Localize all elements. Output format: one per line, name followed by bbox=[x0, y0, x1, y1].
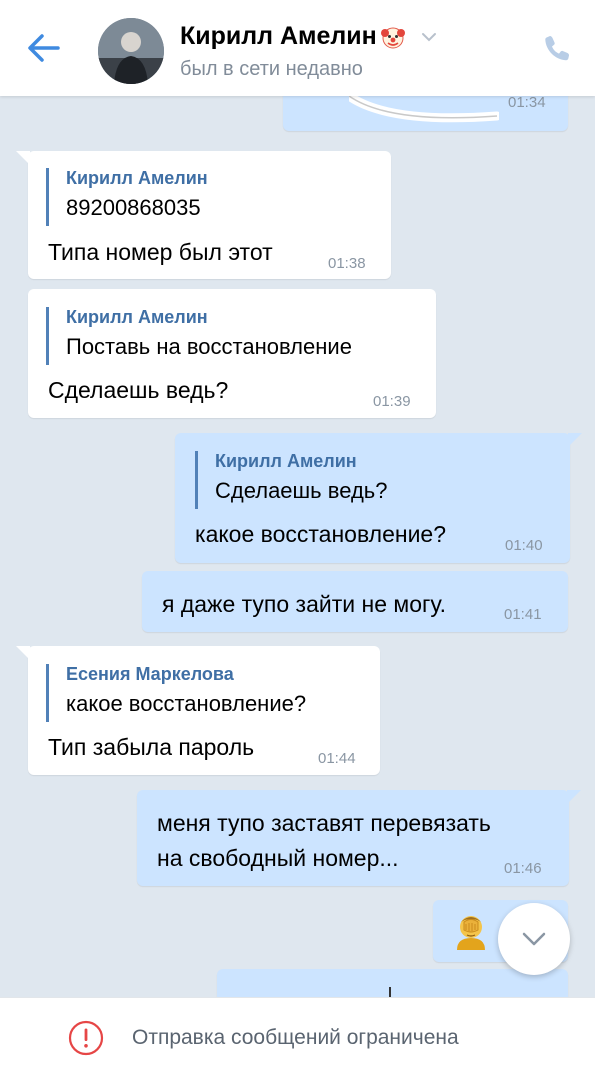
reply-text: Поставь на восстановление bbox=[66, 334, 352, 359]
reply-quote[interactable]: Кирилл Амелин 89200868035 bbox=[46, 168, 208, 226]
chevron-down-icon bbox=[421, 32, 436, 41]
message-time: 01:40 bbox=[505, 537, 543, 554]
message-text: я даже тупо зайти не могу. bbox=[162, 591, 446, 617]
warning-icon bbox=[68, 1020, 104, 1056]
partial-text-glyph bbox=[389, 987, 391, 997]
message-bubble-incoming[interactable]: Кирилл Амелин Поставь на восстановление … bbox=[28, 289, 436, 418]
reply-text: Сделаешь ведь? bbox=[215, 478, 388, 503]
message-time: 01:39 bbox=[373, 393, 411, 410]
reply-author: Кирилл Амелин bbox=[66, 168, 208, 188]
message-bubble-outgoing[interactable]: Кирилл Амелин Сделаешь ведь? какое восст… bbox=[175, 433, 582, 563]
message-text: Тип забыла пароль bbox=[48, 734, 255, 760]
avatar[interactable] bbox=[98, 18, 164, 84]
reply-quote[interactable]: Есения Маркелова какое восстановление? bbox=[46, 664, 306, 722]
scroll-to-bottom-button[interactable] bbox=[498, 903, 570, 975]
back-arrow-icon[interactable] bbox=[24, 30, 64, 66]
reply-text: 89200868035 bbox=[66, 195, 201, 220]
message-time: 01:44 bbox=[318, 750, 356, 767]
message-text-line: на свободный номер... bbox=[157, 845, 399, 871]
message-time: 01:46 bbox=[504, 860, 542, 877]
chat-title: Кирилл Амелин bbox=[180, 22, 377, 50]
chat-header: Кирилл Амелин был в сети недавно bbox=[0, 0, 595, 96]
message-time: 01:34 bbox=[508, 94, 546, 111]
message-time: 01:38 bbox=[328, 255, 366, 272]
reply-text: какое восстановление? bbox=[66, 691, 307, 716]
title-row[interactable]: Кирилл Амелин bbox=[180, 22, 438, 51]
message-text-line: меня тупо заставят перевязать bbox=[157, 810, 491, 836]
reply-quote[interactable]: Кирилл Амелин Поставь на восстановление bbox=[46, 307, 352, 365]
message-bubble-incoming[interactable]: Есения Маркелова какое восстановление? Т… bbox=[16, 646, 380, 775]
message-text: Типа номер был этот bbox=[48, 239, 273, 265]
reply-author: Есения Маркелова bbox=[66, 664, 234, 684]
messaging-restricted-bar: Отправка сообщений ограничена bbox=[0, 997, 595, 1080]
message-text: какое восстановление? bbox=[195, 521, 447, 547]
facepalm-emoji-icon bbox=[457, 916, 485, 950]
message-bubble-incoming[interactable]: Кирилл Амелин 89200868035 Типа номер был… bbox=[16, 151, 391, 279]
phone-icon[interactable] bbox=[541, 32, 573, 64]
restriction-message: Отправка сообщений ограничена bbox=[132, 1026, 459, 1049]
reply-author: Кирилл Амелин bbox=[66, 307, 208, 327]
clown-emoji-icon bbox=[380, 27, 405, 48]
message-bubble-outgoing[interactable]: меня тупо заставят перевязать на свободн… bbox=[137, 790, 581, 886]
reply-quote[interactable]: Кирилл Амелин Сделаешь ведь? bbox=[195, 451, 388, 509]
chevron-down-icon bbox=[522, 932, 546, 946]
message-text: Сделаешь ведь? bbox=[48, 377, 229, 403]
message-bubble-outgoing[interactable]: я даже тупо зайти не могу. 01:41 bbox=[142, 571, 568, 632]
reply-author: Кирилл Амелин bbox=[215, 451, 357, 471]
message-time: 01:41 bbox=[504, 606, 542, 623]
last-seen-status: был в сети недавно bbox=[180, 58, 363, 80]
